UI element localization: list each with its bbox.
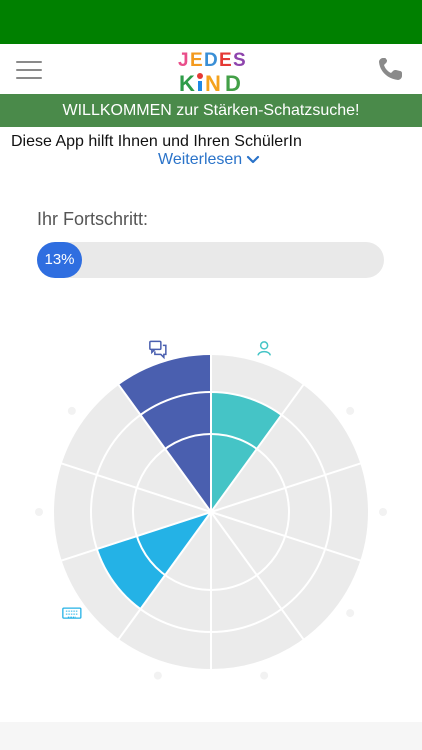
- progress-label: Ihr Fortschritt:: [37, 209, 149, 229]
- bottom-area: [0, 722, 422, 750]
- svg-text:K: K: [179, 71, 195, 94]
- progress-fill: 13%: [37, 242, 82, 278]
- strengths-polar-chart[interactable]: [0, 320, 422, 700]
- jedes-kind-logo: J E D E S K N D: [178, 50, 246, 94]
- svg-text:D: D: [204, 50, 218, 71]
- status-bar: [0, 0, 422, 44]
- svg-text:S: S: [233, 50, 246, 71]
- progress-bar: 13%: [37, 242, 384, 278]
- svg-text:E: E: [219, 50, 232, 71]
- svg-text:D: D: [225, 71, 241, 94]
- person-icon[interactable]: [257, 341, 271, 356]
- read-more-link[interactable]: Weiterlesen: [158, 151, 260, 169]
- category-5-icon[interactable]: [260, 671, 269, 680]
- intro-text: Diese App hilft Ihnen und Ihren SchülerI…: [11, 133, 302, 150]
- chevron-down-icon: [247, 155, 260, 164]
- app-header: J E D E S K N D: [0, 44, 422, 94]
- read-more-label: Weiterlesen: [158, 151, 243, 168]
- category-2-icon[interactable]: [346, 406, 355, 415]
- category-9-icon[interactable]: [67, 406, 76, 415]
- welcome-banner: WILLKOMMEN zur Stärken-Schatzsuche!: [0, 94, 422, 127]
- keyboard-icon[interactable]: [62, 607, 82, 619]
- svg-text:N: N: [205, 71, 221, 94]
- chat-bubbles-icon[interactable]: [149, 340, 167, 360]
- category-8-icon[interactable]: [35, 508, 43, 516]
- category-4-icon[interactable]: [346, 609, 355, 618]
- svg-text:E: E: [190, 50, 203, 71]
- hamburger-menu-icon[interactable]: [16, 59, 44, 81]
- phone-icon[interactable]: [376, 55, 406, 83]
- svg-text:J: J: [178, 50, 189, 71]
- category-6-icon[interactable]: [153, 671, 162, 680]
- category-3-icon[interactable]: [379, 508, 387, 516]
